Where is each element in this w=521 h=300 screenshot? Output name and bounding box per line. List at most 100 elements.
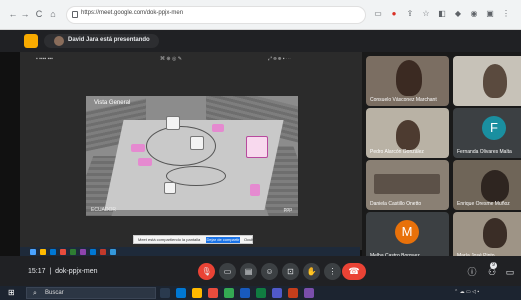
extension-icon[interactable]: ●	[388, 8, 400, 20]
participant-name: Enrique Oresme Muñoz	[457, 201, 510, 207]
profile-icon[interactable]: ◉	[468, 8, 480, 20]
shared-app-toolbar: ▪ ▪▪▪▪ ▪▪▪ ⌘ ⊕ ◎ ✎ ⤢ ⊖ ⊕ ▪ ⋯	[20, 56, 360, 66]
booth-prop	[166, 116, 180, 130]
booth-prop	[246, 136, 268, 158]
participant-tile[interactable]	[453, 56, 521, 106]
app-icon	[30, 249, 36, 255]
participant-tile[interactable]: M Melba Castro Borquez	[366, 212, 449, 262]
powerpoint-icon[interactable]	[288, 288, 298, 298]
taskbar-search[interactable]: ⌕ Buscar	[26, 287, 156, 299]
reload-button[interactable]: C	[34, 9, 44, 19]
presenter-banner-text: David Jara está presentando	[68, 37, 150, 43]
extension-icon[interactable]: ◆	[452, 8, 464, 20]
scene-title: Vista General	[94, 100, 131, 106]
cast-icon[interactable]: ▭	[372, 8, 384, 20]
participant-name: Pedro Alarcón González	[370, 149, 424, 155]
toolbar-icon: ⤢ ⊖ ⊕ ▪ ⋯	[268, 56, 291, 62]
stand-prop	[138, 158, 152, 166]
app-icon	[40, 249, 46, 255]
mic-off-icon[interactable]: 🎙	[198, 263, 215, 280]
stand-prop	[131, 144, 145, 152]
word-icon[interactable]	[240, 288, 250, 298]
scene-logo: ECUADOR	[91, 207, 117, 213]
app-icon	[110, 249, 116, 255]
app-icon	[50, 249, 56, 255]
search-icon: ⌕	[33, 290, 37, 297]
present-icon[interactable]: ⊡	[282, 263, 299, 280]
avatar: F	[482, 116, 506, 140]
chat-icon[interactable]: ▭	[504, 266, 516, 278]
stand-prop	[250, 184, 260, 196]
participant-video	[396, 60, 422, 96]
participant-name: Daniela Castillo Onetto	[370, 201, 422, 207]
toolbar-icon: ⌘ ⊕ ◎ ✎	[160, 56, 182, 62]
meet-logo-icon	[24, 34, 38, 48]
participant-tile[interactable]: Daniela Castillo Onetto	[366, 160, 449, 210]
participant-video	[483, 218, 507, 248]
search-input[interactable]: Buscar	[45, 290, 64, 296]
teams-icon[interactable]	[272, 288, 282, 298]
app-icon	[60, 249, 66, 255]
task-view-icon[interactable]	[160, 288, 170, 298]
notice-text: Meet está compartiendo la pantalla	[138, 237, 201, 242]
stop-sharing-button[interactable]: Dejar de compartir	[206, 237, 240, 243]
shared-app-title: ▪ ▪▪▪▪ ▪▪▪	[36, 56, 53, 62]
avatar	[54, 36, 64, 46]
participant-video	[396, 120, 420, 150]
folder-icon[interactable]	[192, 288, 202, 298]
app-icon	[80, 249, 86, 255]
participant-video	[483, 64, 507, 98]
start-button[interactable]: ⊞	[8, 289, 16, 297]
app-icon[interactable]	[304, 288, 314, 298]
address-bar[interactable]: https://meet.google.com/dok-ppjx-men	[66, 6, 366, 24]
back-button[interactable]: ←	[8, 9, 18, 19]
stand-prop	[212, 124, 224, 132]
participant-video	[374, 174, 440, 194]
hide-notice-button[interactable]: Ocultar	[244, 237, 257, 242]
extension-icon[interactable]: ▣	[484, 8, 496, 20]
participant-tile[interactable]: Enrique Oresme Muñoz	[453, 160, 521, 210]
edge-icon[interactable]	[176, 288, 186, 298]
participant-tile[interactable]: Consuelo Vásconez Marchant	[366, 56, 449, 106]
star-icon[interactable]: ☆	[420, 8, 432, 20]
menu-icon[interactable]: ⋮	[500, 8, 512, 20]
scene-render: Vista General ECUADOR ppp	[86, 96, 298, 216]
meeting-time: 15:17	[28, 268, 46, 275]
avatar: M	[395, 220, 419, 244]
app-icon	[90, 249, 96, 255]
participant-name: Consuelo Vásconez Marchant	[370, 97, 437, 103]
meeting-info: 15:17 | dok-ppjx-men	[28, 268, 98, 275]
people-count-badge: 9	[490, 262, 497, 269]
home-button[interactable]: ⌂	[48, 9, 58, 19]
screen-share-notice: Meet está compartiendo la pantalla Dejar…	[133, 235, 257, 244]
participant-tile[interactable]: Pedro Alarcón González	[366, 108, 449, 158]
lock-icon	[72, 11, 78, 18]
participant-name: Fernanda Olivares Malta	[457, 149, 512, 155]
scene-logo: ppp	[283, 207, 292, 213]
more-icon[interactable]: ⋮	[324, 263, 341, 280]
end-call-button[interactable]: ☎	[342, 263, 366, 280]
chrome-icon[interactable]	[224, 288, 234, 298]
system-tray: ⌃ ☁ ▭ ◁ ▪	[454, 289, 480, 295]
app-icon	[100, 249, 106, 255]
info-icon[interactable]: ⓘ	[466, 266, 478, 278]
camera-icon[interactable]: ▭	[219, 263, 236, 280]
booth-prop	[190, 136, 204, 150]
participant-video	[481, 170, 509, 202]
hand-icon[interactable]: ✋	[303, 263, 320, 280]
browser-toolbar: ← → C ⌂ https://meet.google.com/dok-ppjx…	[0, 0, 521, 30]
share-icon[interactable]: ⇪	[404, 8, 416, 20]
emoji-icon[interactable]: ☺	[261, 263, 278, 280]
app-icon[interactable]	[208, 288, 218, 298]
url-text: https://meet.google.com/dok-ppjx-men	[81, 10, 184, 16]
forward-button[interactable]: →	[20, 9, 30, 19]
court-line	[146, 126, 216, 166]
excel-icon[interactable]	[256, 288, 266, 298]
booth-prop	[164, 182, 176, 194]
participant-tile[interactable]: F Fernanda Olivares Malta	[453, 108, 521, 158]
participant-tile[interactable]: María José Pinto	[453, 212, 521, 262]
app-icon	[70, 249, 76, 255]
meeting-code: dok-ppjx-men	[55, 268, 98, 275]
puzzle-icon[interactable]: ◧	[436, 8, 448, 20]
captions-icon[interactable]: ▤	[240, 263, 257, 280]
